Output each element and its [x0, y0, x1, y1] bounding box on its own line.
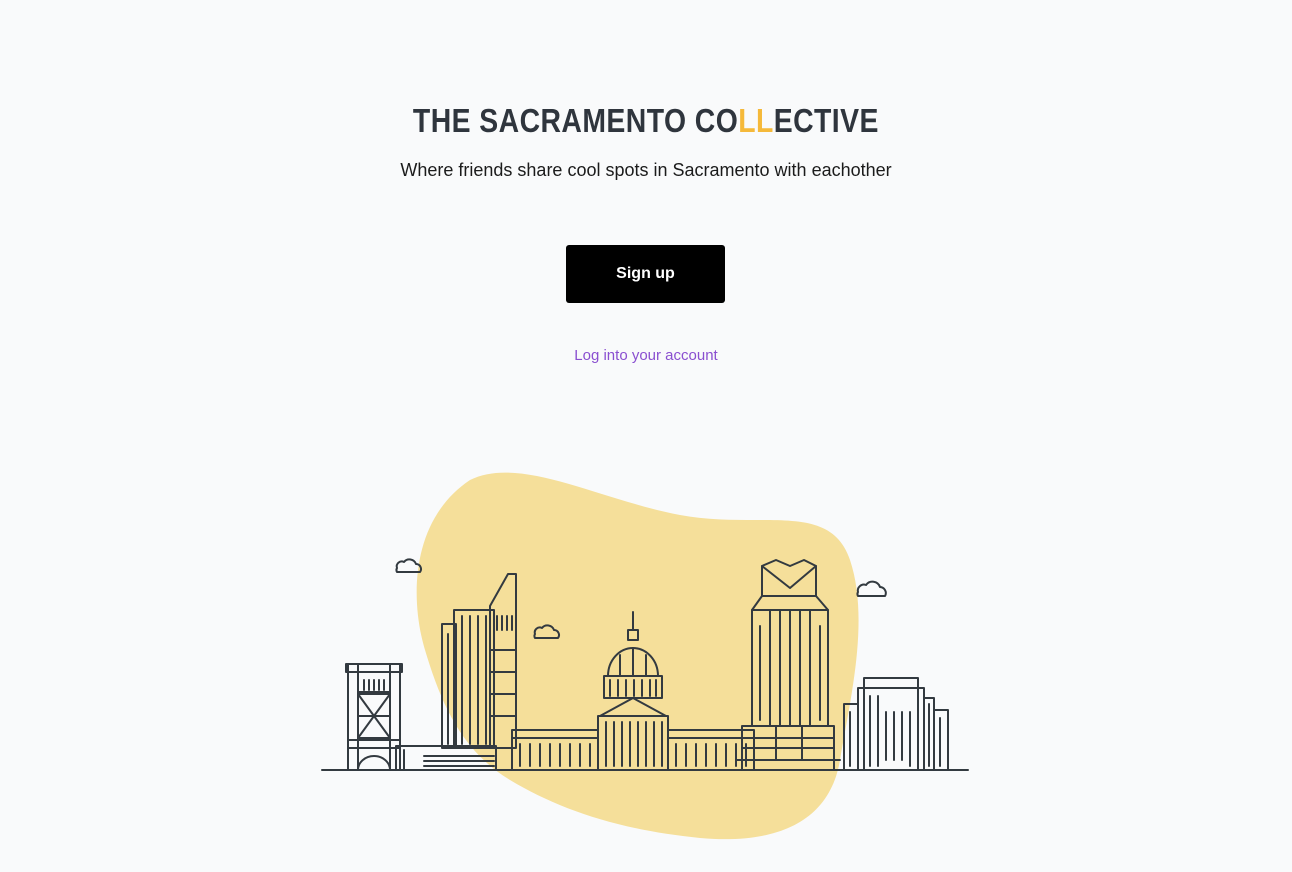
brand-suffix: ECTIVE	[773, 102, 879, 139]
login-link[interactable]: Log into your account	[574, 347, 717, 364]
right-building-cluster	[843, 677, 949, 771]
skyline-illustration	[321, 472, 969, 840]
tower-bridge	[345, 663, 403, 771]
cloud-icon-right	[856, 580, 887, 597]
yellow-blob	[416, 472, 859, 840]
sign-up-button[interactable]: Sign up	[566, 245, 725, 303]
tagline: Where friends share cool spots in Sacram…	[400, 160, 892, 180]
brand-accent: LL	[738, 102, 774, 139]
brand-logo: THE SACRAMENTO COLLECTIVE	[0, 101, 1292, 141]
brand-prefix: THE SACRAMENTO CO	[413, 102, 739, 139]
login-link-row: Log into your account	[0, 346, 1292, 366]
brand-logo-text: THE SACRAMENTO COLLECTIVE	[413, 101, 879, 141]
cloud-icon-left	[395, 558, 422, 573]
